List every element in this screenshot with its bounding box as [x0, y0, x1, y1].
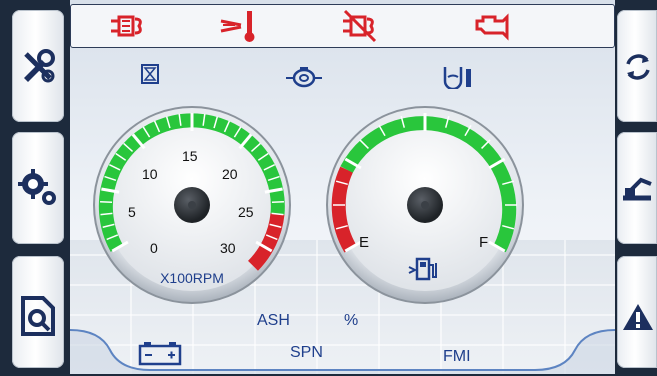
fuel-full-label: F	[479, 234, 488, 251]
fuel-empty-label: E	[359, 234, 369, 251]
rpm-tick-label-5: 5	[128, 204, 136, 220]
ash-label: ASH	[257, 312, 290, 329]
rpm-tick-label-25: 25	[238, 204, 254, 220]
gears-config-icon	[18, 169, 56, 205]
rpm-unit-label: X100RPM	[160, 270, 224, 286]
rpm-tick-label-0: 0	[150, 240, 158, 256]
right-button-column	[615, 0, 657, 376]
diagnostic-document-icon	[21, 296, 55, 336]
tools-settings-button[interactable]	[12, 10, 64, 122]
diagnostic-document-button[interactable]	[12, 256, 64, 368]
machine-button[interactable]	[617, 132, 657, 244]
rpm-gauge: 0 5 10 15 20 25 30 X100RPM	[93, 106, 291, 304]
tools-settings-icon	[24, 49, 55, 83]
diesel-particulate-filter-icon	[111, 15, 142, 37]
rpm-tick-label-20: 20	[222, 166, 238, 182]
ash-percent-label: %	[344, 312, 359, 329]
dpf-regeneration-inhibit-icon	[343, 9, 377, 43]
hydraulic-oil-level-icon	[443, 67, 471, 89]
check-engine-icon	[475, 13, 509, 41]
fmi-label: FMI	[443, 348, 471, 365]
refresh-icon	[626, 54, 650, 80]
machine-icon	[623, 177, 652, 201]
warning-lamp-bar	[70, 4, 615, 48]
hourglass-icon	[141, 64, 159, 84]
fuel-gauge: E F	[326, 106, 524, 304]
battery-icon	[138, 342, 182, 366]
engine-oil-pressure-icon	[286, 67, 322, 88]
coolant-temperature-icon	[220, 11, 255, 42]
warning-button[interactable]	[617, 256, 657, 368]
spn-label: SPN	[290, 344, 323, 361]
rpm-tick-label-10: 10	[142, 166, 158, 182]
rpm-tick-label-30: 30	[220, 240, 236, 256]
rpm-tick-label-15: 15	[182, 148, 198, 164]
warning-icon	[623, 304, 653, 330]
dashboard-panel: 0 5 10 15 20 25 30 X100RPM E F ASH % SPN…	[70, 0, 615, 374]
refresh-button[interactable]	[617, 10, 657, 122]
left-button-column	[0, 0, 70, 376]
gears-config-button[interactable]	[12, 132, 64, 244]
